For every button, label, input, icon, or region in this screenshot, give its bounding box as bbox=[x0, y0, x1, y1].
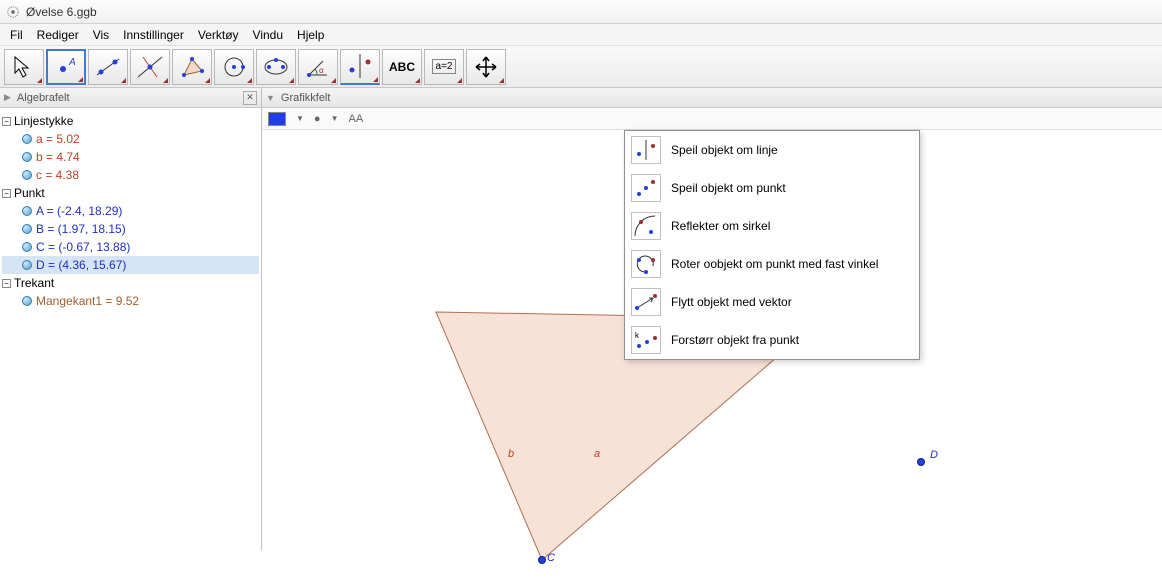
graphics-stylebar: ▼ ● ▼ AA bbox=[262, 108, 1162, 130]
tool-perpendicular[interactable] bbox=[130, 49, 170, 85]
titlebar: Øvelse 6.ggb bbox=[0, 0, 1162, 24]
graphics-header: ▼ Grafikkfelt bbox=[262, 88, 1162, 108]
collapse-icon[interactable]: − bbox=[2, 279, 11, 288]
tree-leaf-D[interactable]: D = (4.36, 15.67) bbox=[2, 256, 259, 274]
algebra-title: Algebrafelt bbox=[17, 92, 70, 104]
edge-label-a: a bbox=[594, 448, 600, 460]
dilate-icon: k bbox=[631, 326, 661, 354]
menubar: Fil Rediger Vis Innstillinger Verktøy Vi… bbox=[0, 24, 1162, 46]
dd-reflect-point[interactable]: Speil objekt om punkt bbox=[625, 169, 919, 207]
tool-line[interactable] bbox=[88, 49, 128, 85]
algebra-header: ▶ Algebrafelt ✕ bbox=[0, 88, 261, 108]
chevron-down-icon[interactable]: ▼ bbox=[296, 114, 304, 123]
main-area: ▶ Algebrafelt ✕ −Linjestykke a = 5.02 b … bbox=[0, 88, 1162, 550]
dd-translate[interactable]: Flytt objekt med vektor bbox=[625, 283, 919, 321]
point-label-D: D bbox=[930, 449, 938, 461]
tree-leaf-poly[interactable]: Mangekant1 = 9.52 bbox=[2, 292, 259, 310]
visibility-icon[interactable] bbox=[22, 134, 32, 144]
collapse-icon[interactable]: − bbox=[2, 189, 11, 198]
collapse-icon[interactable]: − bbox=[2, 117, 11, 126]
menu-vindu[interactable]: Vindu bbox=[247, 26, 289, 44]
svg-text:α: α bbox=[319, 66, 324, 75]
point-style-icon[interactable]: ● bbox=[314, 113, 321, 125]
algebra-tree: −Linjestykke a = 5.02 b = 4.74 c = 4.38 … bbox=[0, 108, 261, 314]
graphics-canvas[interactable]: Speil objekt om linje Speil objekt om pu… bbox=[262, 130, 1162, 550]
rotate-icon bbox=[631, 250, 661, 278]
close-icon[interactable]: ✕ bbox=[243, 91, 257, 105]
tool-text[interactable]: ABC bbox=[382, 49, 422, 85]
edge-label-b: b bbox=[508, 448, 514, 460]
point-C[interactable] bbox=[538, 556, 546, 564]
tool-angle[interactable]: α bbox=[298, 49, 338, 85]
tool-move-view[interactable] bbox=[466, 49, 506, 85]
slider-icon: a=2 bbox=[432, 59, 457, 74]
tree-leaf-b[interactable]: b = 4.74 bbox=[2, 148, 259, 166]
dd-rotate[interactable]: Roter oobjekt om punkt med fast vinkel bbox=[625, 245, 919, 283]
tree-group-tri[interactable]: −Trekant bbox=[2, 274, 259, 292]
menu-rediger[interactable]: Rediger bbox=[31, 26, 85, 44]
tree-group-line[interactable]: −Linjestykke bbox=[2, 112, 259, 130]
reflect-point-icon bbox=[631, 174, 661, 202]
visibility-icon[interactable] bbox=[22, 170, 32, 180]
window-title: Øvelse 6.ggb bbox=[26, 5, 97, 19]
menu-vis[interactable]: Vis bbox=[87, 26, 115, 44]
tree-leaf-A[interactable]: A = (-2.4, 18.29) bbox=[2, 202, 259, 220]
tree-leaf-B[interactable]: B = (1.97, 18.15) bbox=[2, 220, 259, 238]
visibility-icon[interactable] bbox=[22, 206, 32, 216]
visibility-icon[interactable] bbox=[22, 242, 32, 252]
color-swatch[interactable] bbox=[268, 112, 286, 126]
visibility-icon[interactable] bbox=[22, 296, 32, 306]
tool-circle[interactable] bbox=[214, 49, 254, 85]
text-icon: ABC bbox=[389, 60, 415, 74]
tree-group-point[interactable]: −Punkt bbox=[2, 184, 259, 202]
menu-hjelp[interactable]: Hjelp bbox=[291, 26, 330, 44]
graphics-panel: ▼ Grafikkfelt ▼ ● ▼ AA Speil objekt om l… bbox=[262, 88, 1162, 550]
point-label-C: C bbox=[547, 552, 555, 564]
dd-reflect-circle[interactable]: Reflekter om sirkel bbox=[625, 207, 919, 245]
graphics-title: Grafikkfelt bbox=[281, 92, 331, 104]
dd-reflect-line[interactable]: Speil objekt om linje bbox=[625, 131, 919, 169]
toolbar: A α ABC a=2 bbox=[0, 46, 1162, 88]
tool-slider[interactable]: a=2 bbox=[424, 49, 464, 85]
menu-innstillinger[interactable]: Innstillinger bbox=[117, 26, 190, 44]
visibility-icon[interactable] bbox=[22, 224, 32, 234]
reflect-circle-icon bbox=[631, 212, 661, 240]
svg-text:A: A bbox=[68, 57, 76, 68]
label-style[interactable]: AA bbox=[349, 113, 364, 125]
tool-conic[interactable] bbox=[256, 49, 296, 85]
svg-text:k: k bbox=[635, 331, 640, 340]
menu-fil[interactable]: Fil bbox=[4, 26, 29, 44]
algebra-panel: ▶ Algebrafelt ✕ −Linjestykke a = 5.02 b … bbox=[0, 88, 262, 550]
app-icon bbox=[6, 5, 20, 19]
tree-leaf-c[interactable]: c = 4.38 bbox=[2, 166, 259, 184]
translate-icon bbox=[631, 288, 661, 316]
menu-verktoy[interactable]: Verktøy bbox=[192, 26, 245, 44]
visibility-icon[interactable] bbox=[22, 152, 32, 162]
tree-leaf-C[interactable]: C = (-0.67, 13.88) bbox=[2, 238, 259, 256]
visibility-icon[interactable] bbox=[22, 260, 32, 270]
tool-transform[interactable] bbox=[340, 49, 380, 85]
tool-move[interactable] bbox=[4, 49, 44, 85]
reflect-line-icon bbox=[631, 136, 661, 164]
chevron-right-icon[interactable]: ▶ bbox=[4, 92, 11, 103]
point-D[interactable] bbox=[917, 458, 925, 466]
tree-leaf-a[interactable]: a = 5.02 bbox=[2, 130, 259, 148]
dd-dilate[interactable]: k Forstørr objekt fra punkt bbox=[625, 321, 919, 359]
chevron-down-icon[interactable]: ▼ bbox=[266, 93, 275, 103]
transform-dropdown: Speil objekt om linje Speil objekt om pu… bbox=[624, 130, 920, 360]
tool-point[interactable]: A bbox=[46, 49, 86, 85]
tool-polygon[interactable] bbox=[172, 49, 212, 85]
chevron-down-icon[interactable]: ▼ bbox=[331, 114, 339, 123]
